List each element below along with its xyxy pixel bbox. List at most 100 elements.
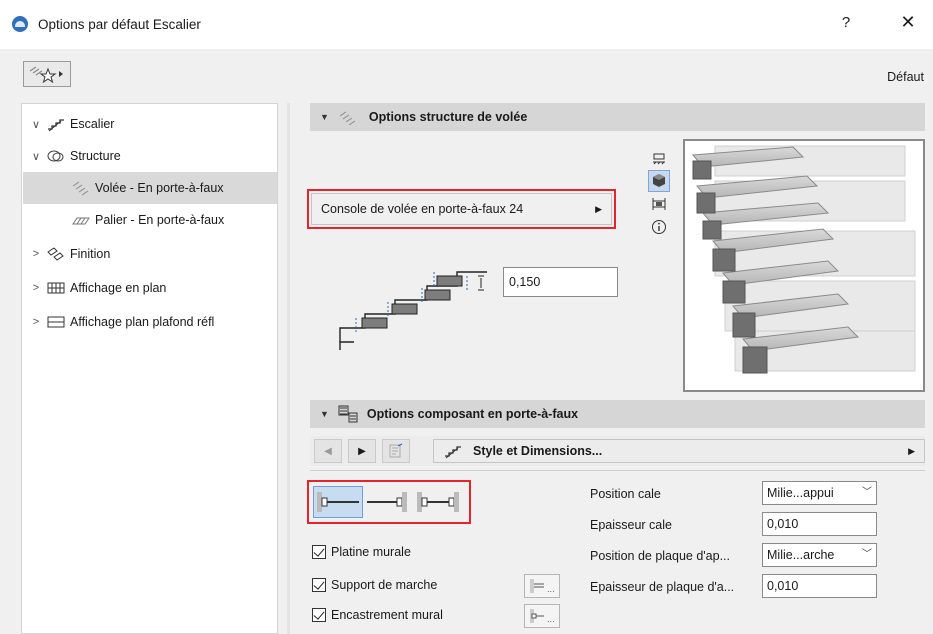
floor-plan-icon [653, 153, 665, 165]
section-view-icon [652, 198, 666, 210]
tree-item-label: Finition [70, 247, 111, 261]
tree-item-label: Palier - En porte-à-faux [95, 213, 225, 227]
embed-settings-icon: ... [530, 609, 555, 624]
encastrement-settings-button[interactable]: ... [524, 604, 560, 628]
tree-item-palier[interactable]: Palier - En porte-à-faux [23, 204, 277, 236]
3d-view-button[interactable] [648, 170, 670, 192]
app-logo-icon [12, 16, 28, 32]
section-title: Options structure de volée [368, 110, 528, 124]
close-button[interactable]: ✕ [896, 12, 920, 33]
checkbox-checked-icon[interactable] [312, 545, 326, 559]
attachment-type-double[interactable] [413, 486, 463, 518]
flight-icon [339, 111, 356, 125]
info-button[interactable] [648, 216, 670, 238]
select-value: Milie...appui [767, 486, 834, 500]
flight-icon [72, 181, 89, 196]
ceiling-plan-icon [47, 316, 65, 328]
3d-preview [683, 139, 925, 392]
chevron-right-icon[interactable]: > [30, 282, 42, 294]
structure-icon [47, 150, 64, 162]
favorites-star-icon [29, 66, 63, 83]
position-plaque-label: Position de plaque d'ap... [590, 549, 730, 563]
stair-icon [445, 446, 461, 459]
epaisseur-plaque-input[interactable]: 0,010 [762, 574, 877, 598]
chevron-right-icon[interactable]: > [30, 248, 42, 260]
chevron-down-icon: ﹀ [862, 487, 872, 498]
floor-plan-view-button[interactable] [648, 147, 670, 169]
favorites-button[interactable] [23, 61, 71, 87]
section-title: Options composant en porte-à-faux [366, 407, 579, 421]
attachment-type-wall[interactable] [313, 486, 363, 518]
favorites-bar: Défaut [0, 49, 933, 97]
svg-text:...: ... [547, 585, 555, 594]
style-dimensions-button[interactable]: Style et Dimensions... ▶ [433, 439, 925, 463]
wall-attachment-icon [317, 492, 359, 512]
tree-item-label: Affichage en plan [70, 281, 167, 295]
component-settings-button[interactable] [382, 439, 410, 463]
chevron-down-icon[interactable]: ∨ [30, 150, 42, 163]
window-title: Options par défaut Escalier [38, 17, 201, 32]
attachment-type-highlight [307, 480, 471, 524]
platine-murale-checkbox[interactable]: Platine murale [312, 545, 411, 559]
info-icon [652, 220, 666, 234]
epaisseur-plaque-label: Epaisseur de plaque d'a... [590, 580, 735, 594]
section-component-header[interactable]: ▼ Options composant en porte-à-faux [310, 400, 925, 428]
checkbox-checked-icon[interactable] [312, 608, 326, 622]
finish-icon [47, 247, 64, 261]
support-settings-icon: ... [530, 579, 555, 594]
support-marche-checkbox[interactable]: Support de marche [312, 578, 437, 592]
chevron-right-icon[interactable]: > [30, 316, 42, 328]
svg-text:...: ... [547, 615, 555, 624]
collapse-triangle-icon[interactable]: ▼ [320, 112, 329, 122]
position-cale-label: Position cale [590, 487, 661, 501]
tree-item-label: Volée - En porte-à-faux [95, 181, 224, 195]
edit-document-icon [389, 443, 403, 458]
chevron-down-icon: ﹀ [862, 549, 872, 560]
previous-button[interactable]: ◀ [314, 439, 342, 463]
component-options-icon [338, 405, 358, 423]
section-view-button[interactable] [648, 193, 670, 215]
stair-3d-preview-image [691, 145, 916, 374]
position-plaque-select[interactable]: Milie...arche ﹀ [762, 543, 877, 567]
checkbox-label: Platine murale [331, 545, 411, 559]
section-structure-header[interactable]: ▼ Options structure de volée [310, 103, 925, 131]
3d-view-icon [653, 174, 665, 187]
tree-item-label: Structure [70, 149, 121, 163]
tree-item-escalier[interactable]: ∨ Escalier [30, 108, 270, 140]
stair-icon [48, 119, 64, 132]
tree-item-plafond[interactable]: > Affichage plan plafond réfl [30, 306, 278, 338]
structure-select-value: Console de volée en porte-à-faux 24 [321, 202, 524, 216]
chevron-right-icon: ▶ [595, 203, 602, 214]
attachment-type-bolt[interactable] [363, 486, 413, 518]
select-value: Milie...arche [767, 548, 835, 562]
help-button[interactable]: ? [836, 14, 856, 31]
flight-thickness-input[interactable]: 0,150 [503, 267, 618, 297]
tree-item-volee[interactable]: Volée - En porte-à-faux [23, 172, 277, 204]
checkbox-label: Support de marche [331, 578, 438, 592]
title-bar: Options par défaut Escalier ? ✕ [0, 0, 933, 49]
tree-item-structure[interactable]: ∨ Structure [30, 140, 270, 172]
next-button[interactable]: ▶ [348, 439, 376, 463]
position-cale-select[interactable]: Milie...appui ﹀ [762, 481, 877, 505]
divider [310, 470, 925, 471]
cantilever-profile-diagram [339, 271, 487, 350]
chevron-down-icon[interactable]: ∨ [30, 118, 42, 131]
chevron-right-icon: ▶ [908, 445, 915, 456]
double-attachment-icon [417, 492, 459, 512]
structure-select[interactable]: Console de volée en porte-à-faux 24 ▶ [311, 193, 612, 225]
epaisseur-cale-label: Epaisseur cale [590, 518, 672, 532]
panel-splitter[interactable] [287, 103, 290, 634]
checkbox-checked-icon[interactable] [312, 578, 326, 592]
structure-select-highlight: Console de volée en porte-à-faux 24 ▶ [307, 189, 616, 229]
bolt-attachment-icon [367, 492, 407, 512]
default-label: Défaut [887, 70, 924, 84]
tree-item-label: Affichage plan plafond réfl [70, 315, 215, 329]
tree-item-affichage-plan[interactable]: > Affichage en plan [30, 272, 270, 304]
support-marche-settings-button[interactable]: ... [524, 574, 560, 598]
encastrement-mural-checkbox[interactable]: Encastrement mural [312, 608, 443, 622]
style-dimensions-label: Style et Dimensions... [473, 444, 603, 458]
epaisseur-cale-input[interactable]: 0,010 [762, 512, 877, 536]
tree-item-finition[interactable]: > Finition [30, 238, 270, 270]
plan-display-icon [47, 282, 65, 294]
collapse-triangle-icon[interactable]: ▼ [320, 409, 329, 419]
